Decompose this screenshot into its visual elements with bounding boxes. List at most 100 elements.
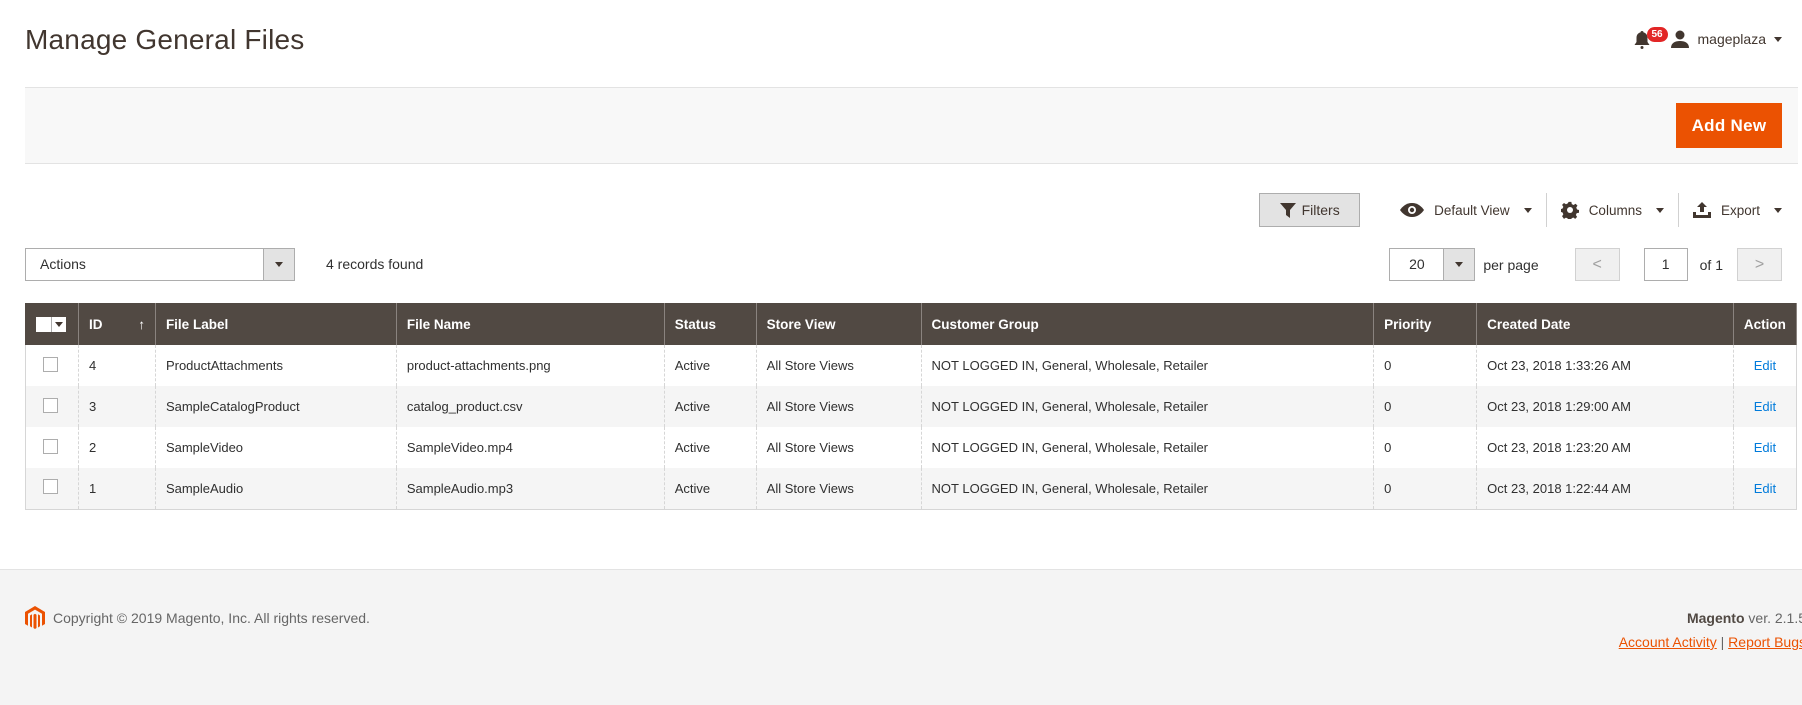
column-header-file-name[interactable]: File Name xyxy=(395,303,665,345)
cell-status: Active xyxy=(663,345,757,386)
cell-store-view: All Store Views xyxy=(755,386,922,427)
notifications-button[interactable]: 56 xyxy=(1634,27,1668,51)
cell-priority: 0 xyxy=(1373,427,1477,468)
chevron-down-icon xyxy=(1774,207,1782,213)
gear-icon xyxy=(1560,201,1579,219)
cell-file-label: SampleVideo xyxy=(154,427,397,468)
cell-id: 4 xyxy=(77,345,156,386)
columns-label: Columns xyxy=(1588,202,1642,218)
row-checkbox[interactable] xyxy=(43,356,58,372)
cell-customer-group: NOT LOGGED IN, General, Wholesale, Retai… xyxy=(920,427,1374,468)
chevron-down-icon xyxy=(1523,207,1532,213)
per-page-value: 20 xyxy=(1409,256,1425,272)
column-header-file-label[interactable]: File Label xyxy=(154,303,397,345)
cell-priority: 0 xyxy=(1373,468,1477,510)
cell-status: Active xyxy=(663,427,757,468)
export-button[interactable]: Export xyxy=(1679,193,1782,227)
account-activity-link[interactable]: Account Activity xyxy=(1619,634,1717,650)
chevron-down-icon xyxy=(275,262,283,267)
row-checkbox[interactable] xyxy=(43,397,58,413)
files-grid: ID ↑ File Label File Name Status Store Vi… xyxy=(25,303,1798,510)
filters-label: Filters xyxy=(1301,202,1340,218)
cell-file-label: ProductAttachments xyxy=(154,345,397,386)
funnel-icon xyxy=(1279,202,1296,218)
footer-version-links: Magento ver. 2.1.5 Account Activity | Re… xyxy=(1619,606,1802,654)
cell-file-label: SampleAudio xyxy=(154,468,397,510)
mass-actions-select[interactable]: Actions xyxy=(25,248,295,281)
per-page-label: per page xyxy=(1483,256,1539,273)
cell-status: Active xyxy=(663,386,757,427)
grid-toolbar: Filters Default View Columns Export xyxy=(1259,193,1782,227)
mass-select-dropdown[interactable] xyxy=(51,316,66,332)
row-checkbox[interactable] xyxy=(43,479,58,495)
view-label: Default View xyxy=(1434,202,1510,218)
table-row: 4 ProductAttachments product-attachments… xyxy=(25,345,1798,386)
column-header-action: Action xyxy=(1732,303,1798,345)
report-bugs-link[interactable]: Report Bugs xyxy=(1728,634,1802,650)
table-row: 1 SampleAudio SampleAudio.mp3 Active All… xyxy=(25,468,1798,510)
total-pages-label: of 1 xyxy=(1699,256,1723,273)
per-page-select[interactable]: 20 xyxy=(1389,248,1476,281)
column-header-created-date[interactable]: Created Date xyxy=(1476,303,1734,345)
footer-copyright: Copyright © 2019 Magento, Inc. All right… xyxy=(25,606,370,630)
edit-link[interactable]: Edit xyxy=(1754,399,1776,414)
edit-link[interactable]: Edit xyxy=(1754,358,1776,373)
add-new-button[interactable]: Add New xyxy=(1676,103,1782,148)
cell-store-view: All Store Views xyxy=(755,468,922,510)
cell-file-name: product-attachments.png xyxy=(395,345,665,386)
chevron-right-icon: > xyxy=(1754,255,1765,273)
grid-header-row: ID ↑ File Label File Name Status Store Vi… xyxy=(25,303,1798,345)
edit-link[interactable]: Edit xyxy=(1754,481,1776,496)
mass-actions-dropdown-toggle[interactable] xyxy=(263,249,294,280)
chevron-down-icon xyxy=(1774,36,1782,42)
notifications-count-badge: 56 xyxy=(1646,27,1668,42)
footer-version: ver. 2.1.5 xyxy=(1744,610,1802,626)
column-header-priority[interactable]: Priority xyxy=(1373,303,1478,345)
table-row: 2 SampleVideo SampleVideo.mp4 Active All… xyxy=(25,427,1798,468)
column-header-customer-group[interactable]: Customer Group xyxy=(920,303,1375,345)
chevron-left-icon: < xyxy=(1592,255,1602,273)
select-all-checkbox[interactable] xyxy=(36,316,51,332)
edit-link[interactable]: Edit xyxy=(1754,440,1776,455)
chevron-down-icon xyxy=(55,321,63,327)
cell-customer-group: NOT LOGGED IN, General, Wholesale, Retai… xyxy=(920,345,1374,386)
magento-logo-icon xyxy=(25,606,45,629)
cell-status: Active xyxy=(663,468,757,510)
columns-button[interactable]: Columns xyxy=(1547,193,1678,227)
cell-id: 1 xyxy=(77,468,156,510)
page-footer: Copyright © 2019 Magento, Inc. All right… xyxy=(0,569,1802,705)
column-header-store-view[interactable]: Store View xyxy=(755,303,922,345)
cell-customer-group: NOT LOGGED IN, General, Wholesale, Retai… xyxy=(920,468,1374,510)
column-header-status[interactable]: Status xyxy=(663,303,757,345)
chevron-down-icon xyxy=(1655,207,1664,213)
user-menu[interactable]: mageplaza xyxy=(1670,30,1782,48)
footer-link-separator: | xyxy=(1716,634,1729,650)
row-checkbox[interactable] xyxy=(43,438,58,454)
per-page-dropdown-toggle[interactable] xyxy=(1443,249,1475,280)
cell-store-view: All Store Views xyxy=(755,345,922,386)
view-switcher[interactable]: Default View xyxy=(1386,193,1546,227)
cell-file-name: SampleVideo.mp4 xyxy=(395,427,665,468)
export-label: Export xyxy=(1720,202,1760,218)
page-actions-bar: Add New xyxy=(25,87,1798,164)
cell-created-date: Oct 23, 2018 1:23:20 AM xyxy=(1476,427,1734,468)
records-found: 4 records found xyxy=(326,256,424,272)
previous-page-button[interactable]: < xyxy=(1574,248,1620,281)
table-row: 3 SampleCatalogProduct catalog_product.c… xyxy=(25,386,1798,427)
mass-actions-value: Actions xyxy=(40,256,86,272)
cell-id: 2 xyxy=(77,427,156,468)
user-icon xyxy=(1670,30,1689,48)
current-page-input[interactable]: 1 xyxy=(1643,248,1688,281)
cell-priority: 0 xyxy=(1373,345,1477,386)
cell-file-label: SampleCatalogProduct xyxy=(154,386,397,427)
next-page-button[interactable]: > xyxy=(1737,248,1782,281)
mass-select-header[interactable] xyxy=(25,303,79,345)
cell-priority: 0 xyxy=(1373,386,1477,427)
admin-user-bar: 56 mageplaza xyxy=(1634,27,1782,51)
column-header-id[interactable]: ID ↑ xyxy=(77,303,156,345)
cell-created-date: Oct 23, 2018 1:22:44 AM xyxy=(1476,468,1734,510)
chevron-down-icon xyxy=(1455,262,1464,267)
filters-button[interactable]: Filters xyxy=(1259,193,1361,227)
cell-created-date: Oct 23, 2018 1:33:26 AM xyxy=(1476,345,1734,386)
cell-file-name: catalog_product.csv xyxy=(395,386,665,427)
